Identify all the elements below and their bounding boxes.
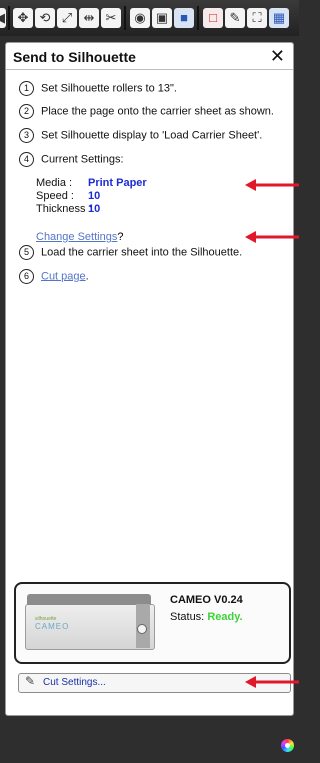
step-number-icon: 1 bbox=[19, 81, 34, 96]
cut-page-link[interactable]: Cut page bbox=[41, 270, 86, 282]
annotation-arrow-icon bbox=[245, 179, 299, 191]
step-6: 6 Cut page. bbox=[19, 269, 89, 284]
step-2: 2 Place the page onto the carrier sheet a… bbox=[19, 104, 274, 119]
step-text: Load the carrier sheet into the Silhouet… bbox=[41, 246, 243, 259]
flip-icon[interactable]: ⇹ bbox=[79, 8, 99, 28]
pencil-icon[interactable]: ✎ bbox=[225, 8, 245, 28]
cut-settings-label: Cut Settings... bbox=[43, 677, 106, 688]
step-text: Current Settings: bbox=[41, 153, 124, 166]
setting-value: Print Paper bbox=[88, 177, 147, 189]
machine-top bbox=[27, 594, 151, 605]
step-number-icon: 3 bbox=[19, 128, 34, 143]
step-text: Set Silhouette rollers to 13". bbox=[41, 82, 177, 95]
scale-icon[interactable]: ⤢ bbox=[57, 8, 77, 28]
cameo-machine-image: silhouette CAMEO bbox=[25, 594, 155, 650]
machine-logo: CAMEO bbox=[35, 622, 70, 631]
step-text: Place the page onto the carrier sheet as… bbox=[41, 105, 274, 118]
annotation-arrow-icon bbox=[245, 676, 299, 688]
rotate-icon[interactable]: ⟲ bbox=[35, 8, 55, 28]
annotation-arrow-icon bbox=[245, 231, 299, 243]
toolbar-separator bbox=[8, 6, 10, 30]
device-status: Status: Ready. bbox=[170, 611, 243, 623]
toolbar: ◀ ✥ ⟲ ⤢ ⇹ ✂ ◉ ▣ ■ □ ✎ ⛶ ▦ bbox=[0, 0, 299, 36]
setting-value: 10 bbox=[88, 190, 101, 202]
pencil-icon: ✎ bbox=[25, 674, 36, 688]
edit-image-icon[interactable]: ◉ bbox=[130, 8, 150, 28]
setting-row-thickness: Thickness :10 bbox=[36, 203, 147, 216]
setting-row-media: Media : Print Paper bbox=[36, 177, 147, 190]
close-icon[interactable]: ✕ bbox=[270, 46, 285, 67]
setting-label: Media : bbox=[36, 177, 73, 189]
setting-label: Thickness : bbox=[36, 203, 92, 215]
change-settings: Change Settings? bbox=[36, 231, 123, 243]
grid-icon[interactable]: ▦ bbox=[269, 8, 289, 28]
step-number-icon: 2 bbox=[19, 104, 34, 119]
setting-label: Speed : bbox=[36, 190, 74, 202]
move-icon[interactable]: ✥ bbox=[13, 8, 33, 28]
step-4: 4 Current Settings: bbox=[19, 152, 124, 167]
status-label: Status: bbox=[170, 611, 205, 623]
toolbar-separator bbox=[197, 6, 199, 30]
device-card: silhouette CAMEO CAMEO V0.24 Status: Rea… bbox=[14, 582, 291, 664]
change-settings-suffix: ? bbox=[117, 231, 124, 243]
color-wheel-icon[interactable] bbox=[281, 739, 294, 752]
toolbar-separator bbox=[124, 6, 126, 30]
fill-icon[interactable]: ■ bbox=[174, 8, 194, 28]
step-1: 1 Set Silhouette rollers to 13". bbox=[19, 81, 177, 96]
machine-knob bbox=[137, 624, 147, 634]
step-number-icon: 6 bbox=[19, 269, 34, 284]
fullscreen-icon[interactable]: ⛶ bbox=[247, 8, 267, 28]
panel-title: Send to Silhouette bbox=[13, 49, 136, 65]
arrow-left-icon[interactable]: ◀ bbox=[0, 8, 6, 28]
step-5: 5 Load the carrier sheet into the Silhoue… bbox=[19, 245, 242, 260]
device-name: CAMEO V0.24 bbox=[170, 594, 243, 606]
setting-row-speed: Speed : 10 bbox=[36, 190, 147, 203]
step-text: Set Silhouette display to 'Load Carrier … bbox=[41, 129, 263, 142]
title-divider bbox=[6, 69, 293, 70]
current-settings: Media : Print Paper Speed : 10 Thickness :… bbox=[36, 177, 147, 216]
rect-select-icon[interactable]: □ bbox=[203, 8, 223, 28]
step-number-icon: 5 bbox=[19, 245, 34, 260]
weld-icon[interactable]: ✂ bbox=[101, 8, 121, 28]
step-3: 3 Set Silhouette display to 'Load Carrier… bbox=[19, 128, 262, 143]
setting-value: 10 bbox=[88, 203, 101, 215]
step-number-icon: 4 bbox=[19, 152, 34, 167]
cut-page-suffix: . bbox=[85, 270, 89, 283]
send-page-icon[interactable]: ▣ bbox=[152, 8, 172, 28]
status-value: Ready. bbox=[207, 611, 243, 623]
change-settings-link[interactable]: Change Settings bbox=[36, 231, 117, 243]
